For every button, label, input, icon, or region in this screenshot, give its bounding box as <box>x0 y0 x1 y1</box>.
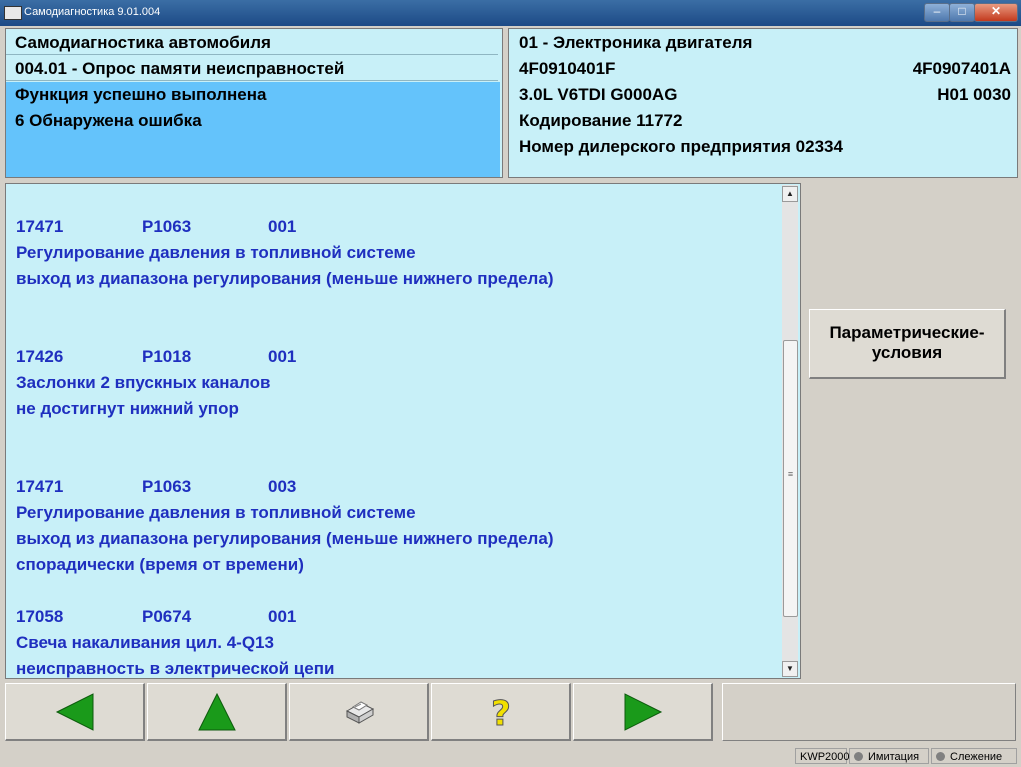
up-button[interactable] <box>147 683 287 741</box>
parameter-conditions-button[interactable]: Параметрические- условия <box>809 309 1006 379</box>
minimize-button[interactable]: – <box>924 3 950 22</box>
module-name: 01 - Электроника двигателя <box>519 33 753 52</box>
coding-value: Кодирование 11772 <box>519 111 683 130</box>
fault-count: 001 <box>268 347 297 366</box>
param-button-line2: условия <box>871 343 943 362</box>
scroll-down-button[interactable]: ▼ <box>782 661 798 677</box>
fault-list-scrollbar[interactable]: ▲ ≡ ▼ <box>782 185 798 677</box>
fault-code: 17471 <box>16 477 64 496</box>
obd-code: P1063 <box>142 217 192 236</box>
fault-frequency: спорадически (время от времени) <box>16 555 304 574</box>
fault-code: 17426 <box>16 347 64 366</box>
function-name: 004.01 - Опрос памяти неисправностей <box>6 57 498 81</box>
fault-list[interactable]: 17471 P1063 001 Регулирование давления в… <box>5 183 801 679</box>
status-led-icon <box>854 752 863 761</box>
toolbar-empty-area <box>722 683 1016 741</box>
diagnostics-panel: Самодиагностика автомобиля 004.01 - Опро… <box>5 28 503 178</box>
status-led-icon <box>936 752 945 761</box>
fault-detail: выход из диапазона регулирования (меньше… <box>16 529 554 548</box>
fault-count: 003 <box>268 477 297 496</box>
back-button[interactable] <box>5 683 145 741</box>
window-title: Самодиагностика 9.01.004 <box>24 6 161 18</box>
fault-description: Регулирование давления в топливной систе… <box>16 243 416 262</box>
param-button-line1: Параметрические- <box>829 323 985 342</box>
navigation-toolbar: ? <box>5 683 719 741</box>
status-area: Функция успешно выполнена 6 Обнаружена о… <box>6 82 500 177</box>
obd-code: P0674 <box>142 607 192 626</box>
fault-count: 001 <box>268 607 297 626</box>
scroll-thumb[interactable]: ≡ <box>783 340 798 617</box>
fault-description: Свеча накаливания цил. 4-Q13 <box>16 633 274 652</box>
title-bar: Самодиагностика 9.01.004 – □ ✕ <box>0 0 1021 26</box>
help-button[interactable]: ? <box>431 683 571 741</box>
print-button[interactable] <box>289 683 429 741</box>
question-icon: ? <box>490 693 511 731</box>
status-bar: KWP2000 Имитация Слежение <box>0 745 1021 767</box>
simulation-status: Имитация <box>849 748 929 764</box>
fault-description: Заслонки 2 впускных каналов <box>16 373 271 392</box>
arrow-right-icon <box>624 692 662 731</box>
fault-detail: выход из диапазона регулирования (меньше… <box>16 269 554 288</box>
app-icon <box>4 6 22 20</box>
status-fault-count: 6 Обнаружена ошибка <box>15 111 202 130</box>
fault-description: Регулирование давления в топливной систе… <box>16 503 416 522</box>
scroll-up-button[interactable]: ▲ <box>782 186 798 202</box>
engine-description: 3.0L V6TDI G000AG <box>519 85 678 104</box>
printer-icon <box>345 700 374 724</box>
side-panel <box>803 183 1016 677</box>
tracking-status: Слежение <box>931 748 1017 764</box>
software-version: H01 0030 <box>937 85 1011 104</box>
obd-code: P1018 <box>142 347 192 366</box>
close-button[interactable]: ✕ <box>974 3 1018 22</box>
dealer-number: Номер дилерского предприятия 02334 <box>519 137 843 156</box>
tracking-label: Слежение <box>950 751 1003 763</box>
next-button[interactable] <box>573 683 713 741</box>
control-unit-panel: 01 - Электроника двигателя 4F0910401F 4F… <box>508 28 1018 178</box>
svg-text:?: ? <box>491 694 511 731</box>
fault-count: 001 <box>268 217 297 236</box>
component-number: 4F0907401A <box>912 59 1011 78</box>
fault-detail: неисправность в электрической цепи <box>16 659 335 678</box>
panel-title: Самодиагностика автомобиля <box>6 31 498 55</box>
obd-code: P1063 <box>142 477 192 496</box>
grip-icon: ≡ <box>787 469 794 479</box>
simulation-label: Имитация <box>868 751 920 763</box>
maximize-button[interactable]: □ <box>949 3 975 22</box>
fault-detail: не достигнут нижний упор <box>16 399 239 418</box>
protocol-status: KWP2000 <box>795 748 850 764</box>
part-number: 4F0910401F <box>519 59 616 78</box>
arrow-left-icon <box>55 692 93 731</box>
fault-code: 17058 <box>16 607 64 626</box>
fault-code: 17471 <box>16 217 64 236</box>
status-result: Функция успешно выполнена <box>15 85 267 104</box>
arrow-up-icon <box>197 692 236 730</box>
